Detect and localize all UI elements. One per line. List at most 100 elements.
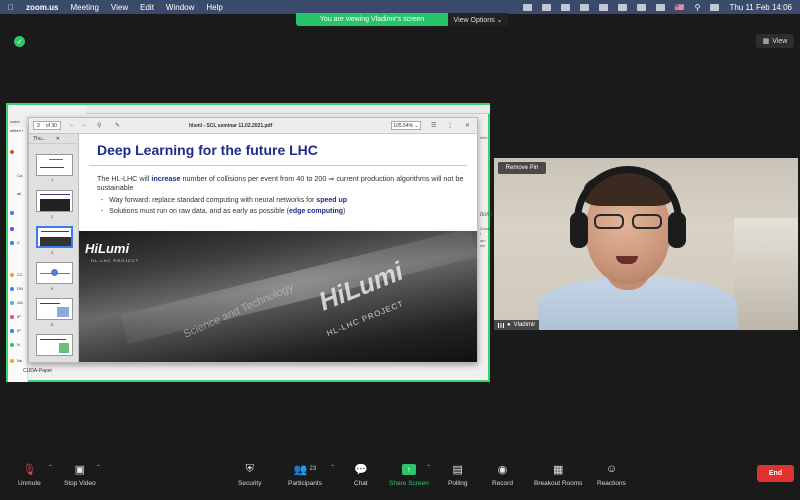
participants-icon: 👥 23: [293, 463, 317, 476]
thumb-image: [57, 307, 69, 317]
participants-label: Participants: [288, 480, 322, 487]
stop-video-button[interactable]: ▣ Stop Video: [64, 461, 96, 493]
security-shield-icon[interactable]: ✓: [14, 36, 25, 47]
tray-sync-icon[interactable]: [560, 3, 570, 11]
zoom-window:  zoom.us Meeting View Edit Window Help …: [0, 0, 800, 500]
shared-label: Ne: [17, 358, 23, 363]
folder-icon: [10, 273, 14, 277]
thumbnail-page-6[interactable]: [36, 334, 73, 356]
thumbnail-page-2[interactable]: [36, 190, 73, 212]
end-meeting-button[interactable]: End: [757, 465, 794, 482]
slide-text: The HL-LHC will: [97, 174, 152, 183]
folder-icon: [10, 241, 14, 245]
menu-meeting[interactable]: Meeting: [70, 3, 98, 12]
shared-label: DN: [17, 286, 23, 291]
menu-view[interactable]: View: [111, 3, 128, 12]
polling-label: Polling: [448, 480, 468, 487]
participants-button[interactable]: 👥 23 Participants: [288, 461, 322, 493]
view-button[interactable]: ▦ View: [756, 34, 794, 48]
thumb-line: [49, 159, 63, 160]
menu-help[interactable]: Help: [206, 3, 222, 12]
chat-icon: 💬: [354, 463, 368, 476]
shared-label: GA: [17, 300, 23, 305]
tray-search-icon[interactable]: ⚲: [695, 3, 701, 12]
slide-bullet: The HL-LHC will increase number of colli…: [97, 174, 467, 192]
thumb-image: [51, 269, 58, 276]
breakout-grid-icon: ▦: [553, 463, 564, 476]
reactions-button[interactable]: ☺ Reactions: [597, 461, 626, 493]
breakout-rooms-button[interactable]: ▦ Breakout Rooms: [534, 461, 582, 493]
tray-wifi-icon[interactable]: [636, 3, 646, 11]
menu-icon[interactable]: ☰: [431, 122, 436, 129]
remove-pin-button[interactable]: Remove Pin: [498, 162, 546, 174]
background-shelf: [734, 218, 798, 330]
slide-divider: [89, 165, 467, 166]
tray-record-icon[interactable]: [522, 3, 532, 11]
shared-label: IP: [17, 314, 21, 319]
shared-label: Ca: [17, 173, 23, 178]
folder-icon: [10, 211, 14, 215]
tray-bluetooth-icon[interactable]: [598, 3, 608, 11]
view-options-button[interactable]: View Options ⌄: [448, 13, 508, 26]
stop-video-label: Stop Video: [64, 480, 96, 487]
menu-window[interactable]: Window: [166, 3, 194, 12]
folder-icon: [10, 359, 14, 363]
participant-video[interactable]: Remove Pin ● Vladimir: [494, 158, 798, 330]
flag-icon[interactable]: 🇺🇸: [675, 3, 685, 12]
shared-right-label: etch: [480, 135, 488, 140]
thumbnail-close-icon[interactable]: ✕: [56, 136, 60, 142]
tray-display-icon[interactable]: [655, 3, 665, 11]
tray-battery-icon[interactable]: [617, 3, 627, 11]
record-button[interactable]: ◉ Record: [492, 461, 513, 493]
pdf-viewer-window[interactable]: 3 of 30 ← → ⚲ ✎ hlsml - SCL seminar 11.0…: [28, 117, 478, 363]
share-screen-button[interactable]: ↑ Share Screen: [389, 461, 429, 493]
thumbnail-number: 1: [51, 177, 54, 182]
video-options-chevron-icon[interactable]: ⌃: [96, 464, 101, 471]
slide-subbullet: - Way forward: replace standard computin…: [101, 197, 348, 204]
back-arrow-icon[interactable]: ←: [69, 122, 75, 128]
pen-icon[interactable]: ✎: [115, 122, 120, 129]
share-options-chevron-icon[interactable]: ⌃: [426, 464, 431, 471]
folder-icon: [10, 227, 14, 231]
shared-label: ntitled f: [10, 128, 23, 133]
thumb-line: [40, 194, 70, 195]
menu-clock[interactable]: Thu 11 Feb 14:06: [729, 3, 792, 12]
shared-screen[interactable]: ccent ntitled f Ca ail C CC DN GA IP IP …: [6, 103, 493, 382]
thumbnail-page-3[interactable]: [36, 226, 73, 248]
thumbnail-page-1[interactable]: [36, 154, 73, 176]
thumbnail-header-label[interactable]: Thu...: [33, 136, 46, 142]
security-button[interactable]: ⛨ Security: [238, 461, 261, 493]
meeting-toolbar: 🎙 Unmute ⌃ ▣ Stop Video ⌃ ⛨ Security 👥 23…: [0, 455, 800, 500]
thumbnail-number: 4: [51, 286, 54, 291]
tray-control-center-icon[interactable]: [710, 3, 720, 11]
thumbnail-number: 2: [51, 214, 54, 219]
thumbnail-page-4[interactable]: [36, 262, 73, 284]
unmute-button[interactable]: 🎙 Unmute: [18, 461, 41, 493]
thumb-image: [59, 343, 69, 353]
participant-glasses: [594, 214, 664, 230]
polling-button[interactable]: ▤ Polling: [448, 461, 468, 493]
search-icon[interactable]: ⚲: [97, 122, 101, 129]
audio-options-chevron-icon[interactable]: ⌃: [48, 464, 53, 471]
tray-dropbox-icon[interactable]: [541, 3, 551, 11]
menu-app-name[interactable]: zoom.us: [26, 3, 58, 12]
pdf-toolbar: 3 of 30 ← → ⚲ ✎ hlsml - SCL seminar 11.0…: [29, 118, 477, 134]
folder-icon: [10, 287, 14, 291]
apple-icon[interactable]: : [8, 3, 14, 12]
menu-tray: 🇺🇸 ⚲ Thu 11 Feb 14:06: [522, 0, 792, 14]
zoom-level-field[interactable]: 105.54% ⌄: [391, 121, 421, 130]
more-icon[interactable]: ⋮: [447, 122, 453, 129]
glasses-lens: [632, 214, 662, 229]
forward-arrow-icon[interactable]: →: [81, 122, 87, 128]
close-icon[interactable]: ✕: [465, 122, 470, 129]
unmute-label: Unmute: [18, 480, 41, 487]
shared-label: CC: [17, 272, 23, 277]
pdf-title: hlsml - SCL seminar 11.02.2021.pdf: [189, 123, 273, 129]
chat-button[interactable]: 💬 Chat: [354, 461, 368, 493]
thumbnail-page-5[interactable]: [36, 298, 73, 320]
thumb-line: [40, 167, 64, 168]
menu-edit[interactable]: Edit: [140, 3, 154, 12]
participants-chevron-icon[interactable]: ⌃: [330, 464, 335, 471]
page-number-field[interactable]: 3 of 30: [33, 121, 61, 130]
tray-volume-icon[interactable]: [579, 3, 589, 11]
